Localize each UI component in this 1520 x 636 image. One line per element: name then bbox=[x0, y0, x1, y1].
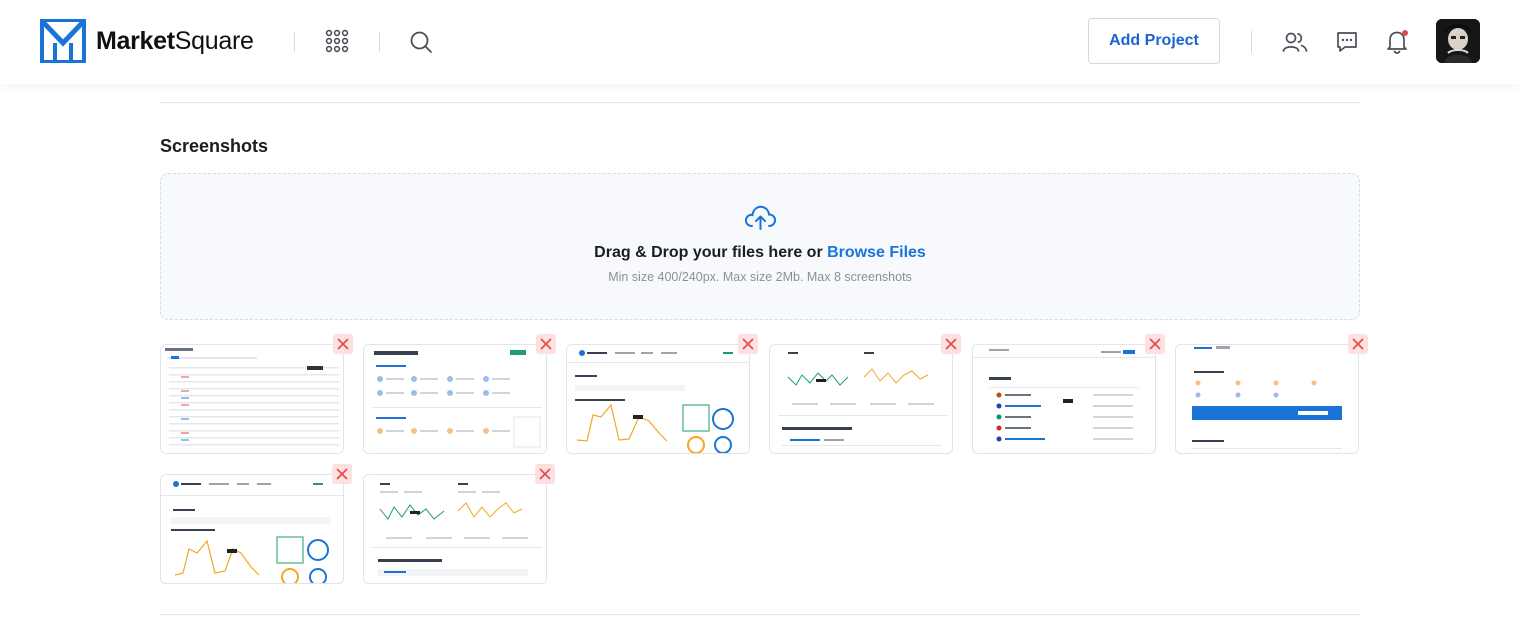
close-icon bbox=[337, 338, 349, 350]
close-icon bbox=[742, 338, 754, 350]
header-divider bbox=[1251, 31, 1252, 53]
cloud-upload-icon bbox=[744, 205, 777, 230]
close-icon bbox=[539, 468, 551, 480]
remove-screenshot-button[interactable] bbox=[536, 334, 556, 354]
search-icon[interactable] bbox=[408, 29, 434, 55]
remove-screenshot-button[interactable] bbox=[1145, 334, 1165, 354]
close-icon bbox=[336, 468, 348, 480]
thumbnail-preview-image bbox=[1176, 345, 1358, 453]
screenshot-thumbnail[interactable] bbox=[363, 474, 547, 584]
avatar[interactable] bbox=[1436, 19, 1480, 63]
browse-files-link[interactable]: Browse Files bbox=[827, 244, 926, 261]
remove-screenshot-button[interactable] bbox=[333, 334, 353, 354]
dropzone-text: Drag & Drop your files here or Browse Fi… bbox=[594, 244, 926, 261]
remove-screenshot-button[interactable] bbox=[332, 464, 352, 484]
remove-screenshot-button[interactable] bbox=[1348, 334, 1368, 354]
thumbnail-preview-image bbox=[364, 345, 546, 453]
top-navbar: MarketSquare Add Project bbox=[0, 0, 1520, 84]
users-icon[interactable] bbox=[1282, 29, 1308, 55]
header-divider bbox=[294, 32, 295, 52]
header-divider bbox=[379, 32, 380, 52]
close-icon bbox=[945, 338, 957, 350]
thumbnail-preview-image bbox=[973, 345, 1155, 453]
thumbnail-preview-image bbox=[161, 345, 343, 453]
file-dropzone[interactable]: Drag & Drop your files here or Browse Fi… bbox=[160, 173, 1360, 320]
section-divider bbox=[160, 614, 1360, 615]
dropzone-hint: Min size 400/240px. Max size 2Mb. Max 8 … bbox=[608, 270, 912, 284]
remove-screenshot-button[interactable] bbox=[738, 334, 758, 354]
section-title: Screenshots bbox=[160, 136, 269, 156]
thumbnail-preview-image bbox=[567, 345, 749, 453]
logo-mark-icon bbox=[40, 19, 86, 63]
remove-screenshot-button[interactable] bbox=[941, 334, 961, 354]
screenshot-thumbnail[interactable] bbox=[972, 344, 1156, 454]
add-project-button[interactable]: Add Project bbox=[1088, 18, 1220, 64]
screenshot-thumbnail[interactable] bbox=[160, 344, 344, 454]
thumbnail-preview-image bbox=[364, 475, 546, 583]
thumbnail-preview-image bbox=[770, 345, 952, 453]
brand-logo[interactable]: MarketSquare bbox=[40, 19, 254, 63]
brand-name: MarketSquare bbox=[96, 26, 254, 55]
screenshot-thumbnail[interactable] bbox=[566, 344, 750, 454]
chat-icon[interactable] bbox=[1334, 29, 1360, 55]
screenshot-thumbnail[interactable] bbox=[1175, 344, 1359, 454]
remove-screenshot-button[interactable] bbox=[535, 464, 555, 484]
notification-dot bbox=[1402, 30, 1408, 36]
screenshot-thumbnail[interactable] bbox=[769, 344, 953, 454]
grid-icon[interactable] bbox=[324, 28, 350, 54]
screenshot-thumbnail[interactable] bbox=[160, 474, 344, 584]
close-icon bbox=[1149, 338, 1161, 350]
screenshot-thumbnail[interactable] bbox=[363, 344, 547, 454]
thumbnail-preview-image bbox=[161, 475, 343, 583]
section-divider bbox=[160, 102, 1360, 103]
close-icon bbox=[1352, 338, 1364, 350]
bell-icon[interactable] bbox=[1384, 28, 1410, 56]
close-icon bbox=[540, 338, 552, 350]
